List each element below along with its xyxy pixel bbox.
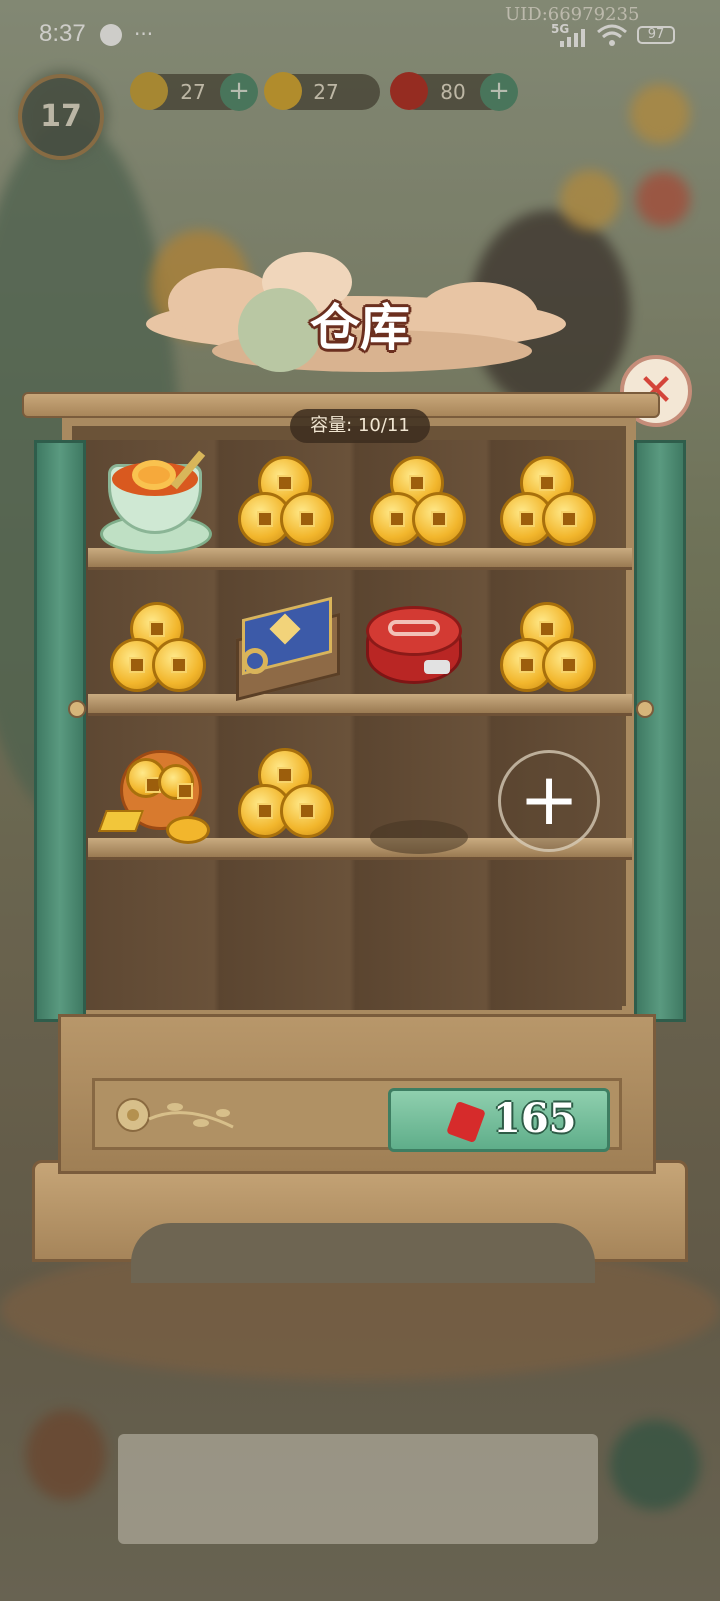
left-door-knob [68,700,86,718]
right-door [634,440,686,1022]
coin-stack-icon[interactable] [360,444,480,564]
sweet-soup-bowl-icon[interactable] [98,444,218,564]
right-door-knob [636,700,654,718]
expand-price: 165 [493,1095,577,1142]
flower-carving-icon [116,1098,234,1132]
coin-stack-icon[interactable] [228,444,348,564]
gem-icon [446,1100,486,1144]
coin-stack-icon[interactable] [490,590,610,710]
coin-stack-icon[interactable] [228,736,348,856]
coin-stack-icon[interactable] [490,444,610,564]
red-tin-box-icon[interactable] [358,590,478,710]
left-door [34,440,86,1022]
expand-capacity-button[interactable]: 165 [388,1088,610,1152]
cabinet-feet [32,1160,688,1283]
coin-stack-icon[interactable] [100,590,220,710]
lucky-coin-pouch-icon[interactable] [97,736,220,856]
capacity-label: 容量: 10/11 [290,409,430,443]
add-slot-button[interactable]: + [498,750,600,852]
warehouse-title: 仓库 [310,298,410,357]
empty-slot [370,820,468,854]
blue-treasure-chest-icon[interactable] [228,590,348,710]
